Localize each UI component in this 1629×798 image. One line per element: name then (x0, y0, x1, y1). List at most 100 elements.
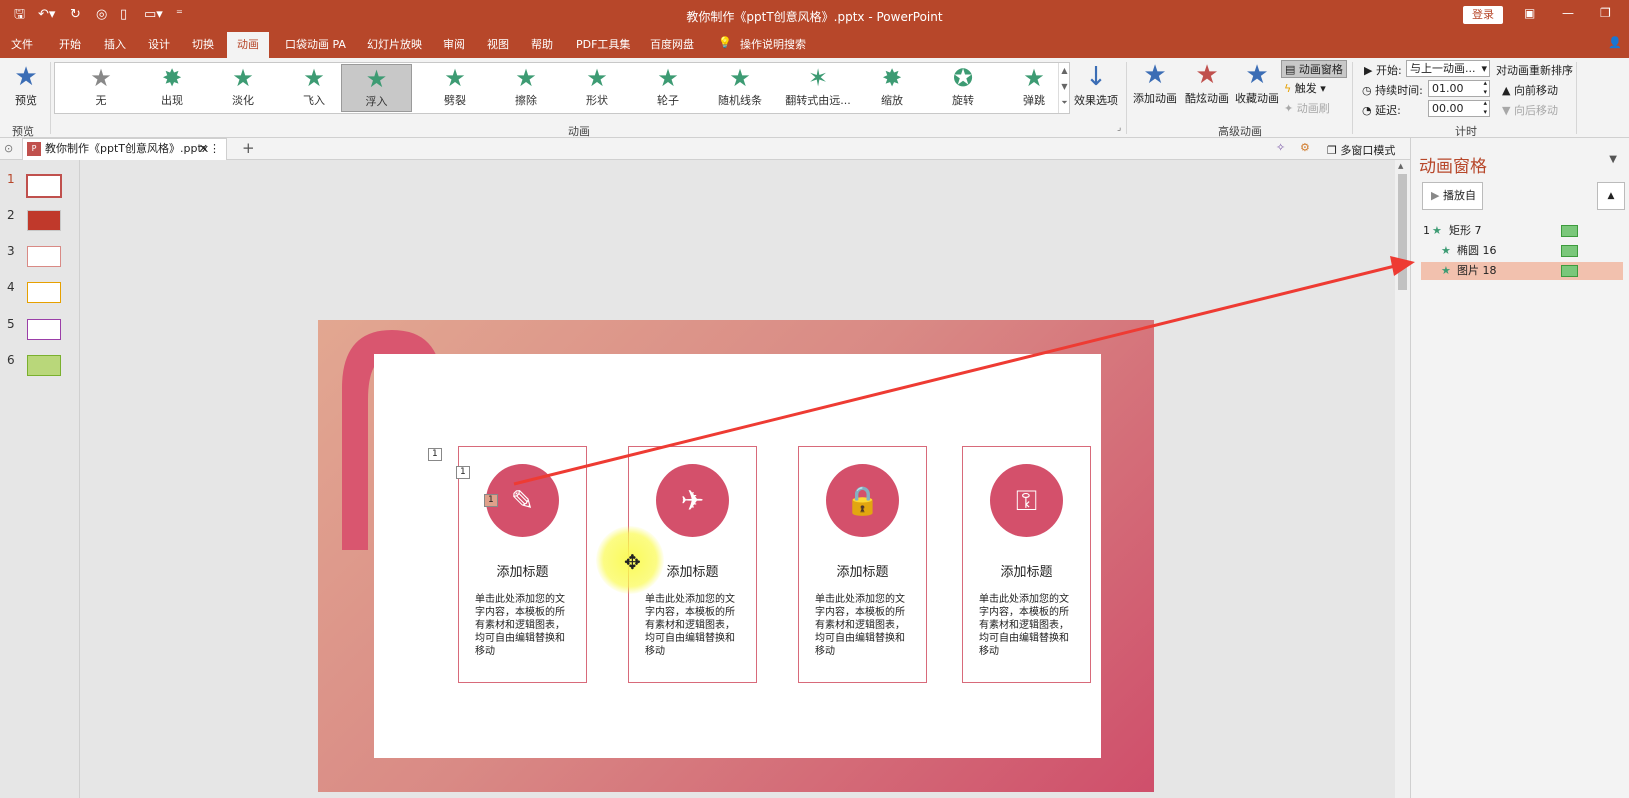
effect-options-button[interactable]: ↓ 效果选项 (1072, 62, 1120, 108)
dialog-launcher-icon[interactable]: ⌟ (1117, 123, 1121, 133)
tab-review[interactable]: 审阅 (443, 36, 465, 52)
content-card-1[interactable]: ✎ 添加标题 单击此处添加您的文字内容，本模板的所有素材和逻辑图表，均可自由编辑… (458, 446, 587, 683)
spinner-icon[interactable]: ▴ ▾ (1483, 99, 1487, 117)
play-from-button[interactable]: ▶ 播放自 (1422, 182, 1483, 210)
scroll-thumb[interactable] (1398, 174, 1407, 290)
lock-icon[interactable]: 🔒 (826, 464, 899, 537)
card-body[interactable]: 单击此处添加您的文字内容，本模板的所有素材和逻辑图表，均可自由编辑替换和移动 (815, 593, 913, 658)
animation-float-in[interactable]: ★ 浮入 (341, 64, 412, 112)
delay-label: ◔ 延迟: (1362, 104, 1401, 117)
animation-painter-button[interactable]: ✦ 动画刷 (1284, 100, 1330, 116)
animation-grow-turn[interactable]: ✶ 翻转式由远... (777, 64, 859, 112)
content-card-4[interactable]: ⚿ 添加标题 单击此处添加您的文字内容，本模板的所有素材和逻辑图表，均可自由编辑… (962, 446, 1091, 683)
ribbon-display-icon[interactable]: ▣ (1524, 6, 1535, 20)
animation-zoom[interactable]: ✸ 缩放 (862, 64, 922, 112)
card-body[interactable]: 单击此处添加您的文字内容，本模板的所有素材和逻辑图表，均可自由编辑替换和移动 (645, 593, 743, 658)
spinner-icon[interactable]: ▴ ▾ (1483, 79, 1487, 97)
animation-tag[interactable]: 1 (428, 448, 442, 461)
tab-slideshow[interactable]: 幻灯片放映 (367, 36, 422, 52)
add-animation-button[interactable]: ★ 添加动画 (1130, 60, 1180, 106)
tab-file[interactable]: 文件 (11, 36, 33, 52)
move-later-button[interactable]: ▼ 向后移动 (1502, 102, 1558, 118)
slide[interactable]: ✎ 添加标题 单击此处添加您的文字内容，本模板的所有素材和逻辑图表，均可自由编辑… (318, 320, 1154, 792)
animation-none[interactable]: ★ 无 (71, 64, 131, 112)
triangle-down-icon: ▼ (1502, 104, 1511, 117)
collect-animation-button[interactable]: ★ 收藏动画 (1232, 60, 1282, 106)
animation-shape[interactable]: ★ 形状 (567, 64, 627, 112)
cool-animation-button[interactable]: ★ 酷炫动画 (1182, 60, 1232, 106)
tab-animations[interactable]: 动画 (227, 32, 269, 58)
card-title[interactable]: 添加标题 (963, 561, 1090, 580)
vertical-scrollbar[interactable]: ▲ (1395, 160, 1410, 798)
timeline-bar[interactable] (1561, 225, 1578, 237)
duration-input[interactable]: 01.00 ▴ ▾ (1428, 79, 1490, 97)
gallery-scroll[interactable]: ▲ ▼ ⏷ (1058, 63, 1070, 113)
trigger-button[interactable]: ϟ 触发 ▾ (1284, 80, 1326, 96)
slide-thumbnail-1[interactable] (26, 174, 62, 198)
tab-list-icon[interactable]: ⊙ (4, 142, 13, 155)
card-title[interactable]: 添加标题 (459, 561, 586, 580)
account-icon[interactable]: 👤 (1608, 36, 1622, 49)
animation-list-item-3[interactable]: ★ 图片 18 (1421, 262, 1623, 280)
tell-me-search[interactable]: 操作说明搜索 (740, 36, 806, 52)
tab-design[interactable]: 设计 (148, 36, 170, 52)
group-label-preview: 预览 (12, 125, 34, 138)
slide-thumbnail-6[interactable] (27, 355, 61, 376)
gear-icon[interactable]: ⚙ (1300, 141, 1310, 154)
pane-options-icon[interactable]: ▼ (1609, 154, 1617, 165)
collapse-button[interactable]: ▲ (1597, 182, 1625, 210)
login-button[interactable]: 登录 (1463, 6, 1503, 24)
animation-random-bars[interactable]: ★ 随机线条 (707, 64, 773, 112)
animation-split[interactable]: ★ 劈裂 (425, 64, 485, 112)
delay-input[interactable]: 00.00 ▴ ▾ (1428, 99, 1490, 117)
slide-thumbnail-4[interactable] (27, 282, 61, 303)
animation-pane-button[interactable]: ▤ 动画窗格 (1281, 60, 1347, 78)
scroll-up-icon[interactable]: ▲ (1398, 162, 1403, 170)
animation-bounce[interactable]: ★ 弹跳 (1004, 64, 1064, 112)
tab-help[interactable]: 帮助 (531, 36, 553, 52)
card-body[interactable]: 单击此处添加您的文字内容，本模板的所有素材和逻辑图表，均可自由编辑替换和移动 (475, 593, 573, 658)
new-tab-icon[interactable]: + (242, 139, 255, 157)
tab-view[interactable]: 视图 (487, 36, 509, 52)
add-star-icon: ★ (1143, 60, 1167, 90)
close-icon[interactable]: ✕ (199, 139, 208, 159)
animation-swivel[interactable]: ✪ 旋转 (933, 64, 993, 112)
more-icon[interactable]: ⋮ (209, 139, 220, 159)
animation-tag[interactable]: 1 (484, 494, 498, 507)
tab-pdf-tools[interactable]: PDF工具集 (576, 36, 630, 52)
animation-tag[interactable]: 1 (456, 466, 470, 479)
tab-transitions[interactable]: 切换 (192, 36, 214, 52)
key-icon[interactable]: ⚿ (990, 464, 1063, 537)
animation-fade[interactable]: ★ 淡化 (213, 64, 273, 112)
timeline-bar[interactable] (1561, 245, 1578, 257)
slide-thumbnail-5[interactable] (27, 319, 61, 340)
animation-list-item-2[interactable]: ★ 椭圆 16 (1423, 242, 1623, 260)
minimize-icon[interactable]: — (1562, 6, 1574, 20)
tab-home[interactable]: 开始 (59, 36, 81, 52)
content-card-3[interactable]: 🔒 添加标题 单击此处添加您的文字内容，本模板的所有素材和逻辑图表，均可自由编辑… (798, 446, 927, 683)
thumb-number: 2 (7, 208, 15, 222)
chevron-down-icon: ▾ (1481, 62, 1487, 75)
tab-pocket-animation[interactable]: 口袋动画 PA (285, 36, 346, 52)
tab-insert[interactable]: 插入 (104, 36, 126, 52)
document-tab[interactable]: P 教你制作《pptT创意风格》.pptx ✕ ⋮ (22, 138, 227, 160)
card-body[interactable]: 单击此处添加您的文字内容，本模板的所有素材和逻辑图表，均可自由编辑替换和移动 (979, 593, 1077, 658)
restore-icon[interactable]: ❐ (1600, 6, 1611, 20)
card-title[interactable]: 添加标题 (799, 561, 926, 580)
magic-icon[interactable]: ✧ (1276, 141, 1285, 154)
airplane-icon[interactable]: ✈ (656, 464, 729, 537)
move-earlier-button[interactable]: ▲ 向前移动 (1502, 82, 1558, 98)
animation-wipe[interactable]: ★ 擦除 (496, 64, 556, 112)
group-label-advanced: 高级动画 (1218, 125, 1262, 138)
animation-wheel[interactable]: ★ 轮子 (638, 64, 698, 112)
start-dropdown[interactable]: 与上一动画... ▾ (1406, 60, 1490, 77)
timeline-bar[interactable] (1561, 265, 1578, 277)
tab-baidu-netdisk[interactable]: 百度网盘 (650, 36, 694, 52)
animation-fly-in[interactable]: ★ 飞入 (284, 64, 344, 112)
animation-list-item-1[interactable]: 1 ★ 矩形 7 (1423, 222, 1623, 240)
preview-button[interactable]: ★ 预览 (6, 62, 46, 108)
multiwindow-button[interactable]: ❐ 多窗口模式 (1327, 142, 1395, 158)
slide-thumbnail-3[interactable] (27, 246, 61, 267)
animation-appear[interactable]: ✸ 出现 (142, 64, 202, 112)
slide-thumbnail-2[interactable] (27, 210, 61, 231)
